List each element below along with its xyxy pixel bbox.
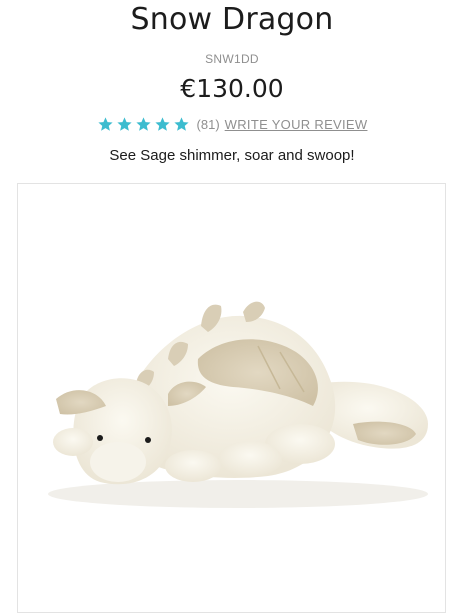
product-price: €130.00 (180, 74, 284, 103)
write-review-link[interactable]: WRITE YOUR REVIEW (225, 117, 368, 132)
star-icon (173, 117, 189, 131)
product-sku: SNW1DD (205, 52, 259, 66)
product-image-frame[interactable] (17, 183, 446, 613)
star-rating[interactable] (97, 116, 190, 133)
rating-row: (81) WRITE YOUR REVIEW (0, 116, 464, 133)
star-icon (154, 117, 170, 131)
product-title: Snow Dragon (130, 2, 334, 37)
review-count: (81) (196, 117, 220, 132)
star-icon (135, 117, 151, 131)
star-icon (116, 117, 132, 131)
product-tagline: See Sage shimmer, soar and swoop! (109, 147, 355, 164)
star-icon (97, 117, 113, 131)
plush-dragon-image (48, 301, 428, 508)
